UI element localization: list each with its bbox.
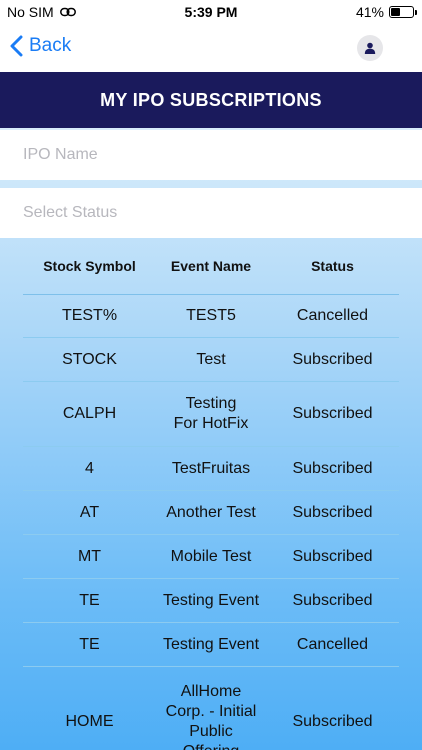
chevron-left-icon: [10, 35, 23, 57]
content-area: Stock Symbol Event Name Status TEST%TEST…: [0, 128, 422, 750]
cell-event-name: AllHome Corp. - Initial Public Offering: [165, 682, 257, 750]
status-right: 41%: [355, 4, 417, 20]
subscriptions-table: Stock Symbol Event Name Status TEST% TEST…: [23, 238, 399, 750]
ipo-name-input[interactable]: [0, 130, 422, 180]
cell-status: Subscribed: [292, 350, 373, 368]
cell-event-name: Another Test: [166, 503, 256, 521]
cell-stock-symbol: AT: [79, 503, 100, 521]
back-label: Back: [29, 35, 72, 56]
profile-button[interactable]: [357, 35, 383, 61]
cell-status: Subscribed: [292, 547, 373, 565]
table-row[interactable]: TE Testing Event Subscribed: [23, 579, 399, 623]
cell-event-name: Testing Event: [162, 591, 260, 609]
cell-stock-symbol: 4: [85, 459, 94, 477]
table-row[interactable]: HOME AllHome Corp. - Initial Public Offer…: [23, 667, 399, 750]
cell-status: Cancelled: [296, 307, 369, 324]
battery-icon: [389, 6, 417, 18]
back-button[interactable]: Back: [9, 35, 71, 57]
status-bar: No SIM 5:39 PM 41%: [0, 0, 422, 24]
cell-event-name: Testing Event: [162, 635, 260, 653]
battery-cap: [415, 10, 417, 15]
table-row[interactable]: STOCK Test Subscribed: [23, 338, 399, 382]
header-event-name: Event Name: [170, 258, 252, 274]
cell-stock-symbol: TEST%: [61, 307, 118, 324]
header-status: Status: [311, 258, 354, 274]
table-row[interactable]: MT Mobile Test Subscribed: [23, 535, 399, 579]
cell-status: Cancelled: [296, 635, 369, 653]
battery-percent: 41%: [355, 4, 384, 20]
cell-status: Subscribed: [292, 459, 373, 477]
cell-stock-symbol: MT: [77, 547, 102, 565]
cell-event-name: TEST5: [186, 307, 236, 324]
header-stock-symbol: Stock Symbol: [43, 258, 136, 274]
user-icon: [364, 42, 376, 54]
table-row[interactable]: CALPH Testing For HotFix Subscribed: [23, 382, 399, 447]
cell-event-name: Mobile Test: [170, 547, 252, 565]
nav-bar: Back: [0, 24, 422, 72]
cell-status: Subscribed: [292, 591, 373, 609]
cell-event-name: Testing For HotFix: [173, 395, 249, 432]
cell-stock-symbol: TE: [79, 591, 100, 609]
table-row[interactable]: TE Testing Event Cancelled: [23, 623, 399, 667]
cell-stock-symbol: TE: [79, 635, 100, 653]
page-title: MY IPO SUBSCRIPTIONS: [100, 89, 322, 110]
table-row[interactable]: 4 TestFruitas Subscribed: [23, 447, 399, 491]
table-header: Stock Symbol Event Name Status: [23, 238, 399, 295]
table-body: TEST% TEST5 Cancelled STOCK Test Subscribed CA…: [23, 295, 399, 750]
cell-stock-symbol: HOME: [65, 712, 114, 730]
cell-stock-symbol: CALPH: [62, 405, 117, 422]
cell-status: Subscribed: [292, 405, 373, 422]
cell-status: Subscribed: [292, 712, 373, 730]
cell-event-name: TestFruitas: [171, 459, 251, 477]
table-row[interactable]: TEST% TEST5 Cancelled: [23, 295, 399, 338]
battery-fill: [391, 8, 400, 16]
status-select[interactable]: [0, 188, 422, 238]
cell-event-name: Test: [196, 350, 226, 368]
title-bar: MY IPO SUBSCRIPTIONS: [0, 72, 422, 128]
table-row[interactable]: AT Another Test Subscribed: [23, 491, 399, 535]
cell-status: Subscribed: [292, 503, 373, 521]
cell-stock-symbol: STOCK: [62, 350, 117, 368]
